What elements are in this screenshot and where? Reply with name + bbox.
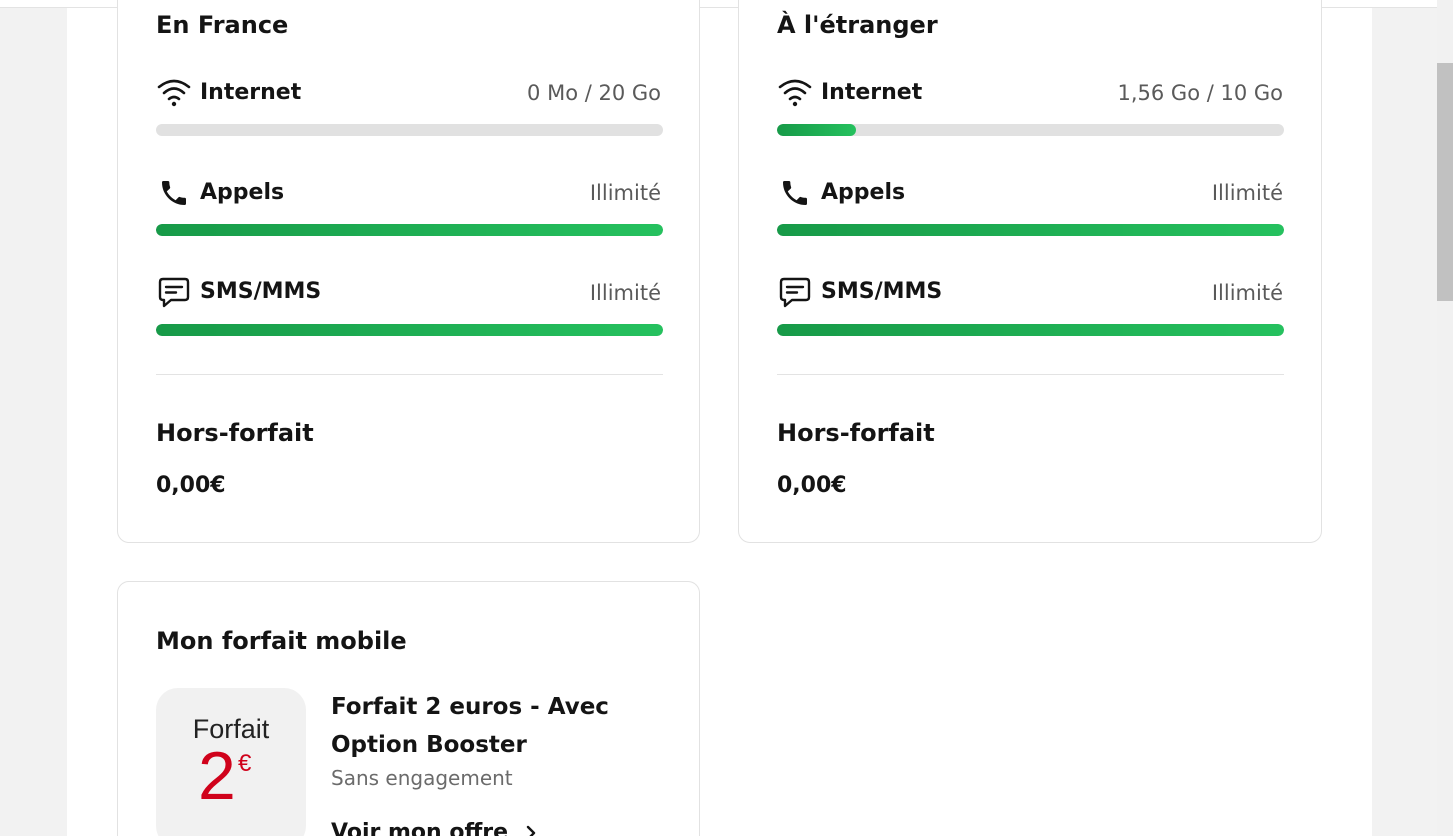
sms-usage-fill (156, 324, 663, 336)
card-title: À l'étranger (777, 11, 938, 39)
calls-usage-fill (156, 224, 663, 236)
phone-icon (162, 181, 186, 205)
plan-commitment: Sans engagement (331, 766, 513, 790)
extra-charges-title: Hors-forfait (777, 419, 935, 447)
usage-card-abroad: À l'étranger Internet 1,56 Go / 10 Go Ap… (738, 0, 1322, 543)
wifi-icon (157, 79, 191, 107)
sms-usage-value: Illimité (1211, 281, 1283, 305)
sms-usage-fill (777, 324, 1284, 336)
usage-card-france: En France Internet 0 Mo / 20 Go Appels I… (117, 0, 700, 543)
plan-logo-price: 2 (198, 738, 236, 814)
sms-usage-bar (777, 324, 1284, 336)
internet-usage-value: 0 Mo / 20 Go (527, 81, 661, 105)
message-icon (779, 277, 811, 308)
sms-label: SMS/MMS (200, 279, 322, 304)
calls-label: Appels (200, 180, 285, 205)
chevron-right-icon (526, 825, 535, 836)
message-icon (158, 277, 190, 308)
phone-icon (783, 181, 807, 205)
card-title: En France (156, 11, 289, 39)
internet-usage-bar (156, 124, 663, 136)
view-offer-link[interactable]: Voir mon offre (331, 822, 538, 836)
internet-usage-bar (777, 124, 1284, 136)
calls-usage-bar (156, 224, 663, 236)
calls-usage-value: Illimité (589, 181, 661, 205)
plan-logo-currency: € (238, 750, 252, 777)
extra-charges-title: Hors-forfait (156, 419, 314, 447)
internet-usage-fill (777, 124, 857, 136)
wifi-icon (778, 79, 812, 107)
extra-charges-amount: 0,00€ (777, 473, 847, 498)
extra-charges-amount: 0,00€ (156, 473, 226, 498)
internet-label: Internet (200, 80, 302, 105)
calls-usage-fill (777, 224, 1284, 236)
calls-usage-value: Illimité (1211, 181, 1283, 205)
scrollbar-thumb[interactable] (1437, 63, 1453, 301)
internet-usage-value: 1,56 Go / 10 Go (1117, 81, 1284, 105)
plan-logo: Forfait 2 € (156, 688, 306, 836)
sms-usage-value: Illimité (589, 281, 661, 305)
sms-label: SMS/MMS (821, 279, 943, 304)
divider (777, 374, 1284, 375)
calls-usage-bar (777, 224, 1284, 236)
section-title: Mon forfait mobile (156, 627, 407, 655)
plan-name: Forfait 2 euros - Avec Option Booster (331, 694, 609, 758)
sms-usage-bar (156, 324, 663, 336)
view-offer-label: Voir mon offre (331, 820, 509, 836)
divider (156, 374, 663, 375)
calls-label: Appels (821, 180, 906, 205)
internet-label: Internet (821, 80, 923, 105)
mobile-plan-card: Mon forfait mobile Forfait 2 € Forfait 2… (117, 581, 700, 836)
